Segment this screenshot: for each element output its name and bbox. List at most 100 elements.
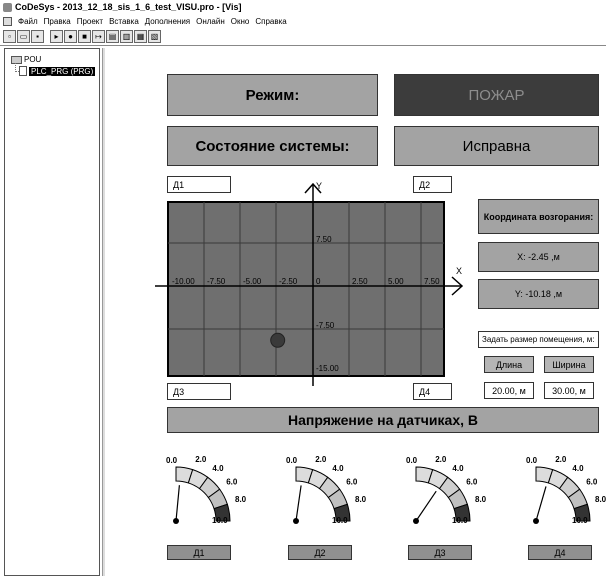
room-area	[167, 201, 445, 377]
voltage-gauges: 0.0 2.04.06.08.010.00.0 2.04.06.08.010.00.…	[166, 455, 606, 525]
x-tick: 7.50	[424, 277, 440, 286]
y-tick: 7.50	[316, 235, 332, 244]
menu-help[interactable]: Справка	[255, 17, 286, 26]
x-tick: 2.50	[352, 277, 368, 286]
gauge-scale-label: 6.0	[226, 478, 238, 487]
menu-edit[interactable]: Правка	[44, 17, 71, 26]
gauge-scale-label: 6.0	[466, 478, 478, 487]
gauge-scale-label: 0.0	[406, 456, 418, 465]
menu-extras[interactable]: Дополнения	[145, 17, 190, 26]
x-tick: 5.00	[388, 277, 404, 286]
gauge-scale-label: 0.0	[286, 456, 298, 465]
window-menu-icon[interactable]	[3, 16, 12, 26]
save-icon[interactable]: ▪	[31, 30, 44, 43]
room-size-label: Задать размер помещения, м:	[478, 331, 599, 348]
gauge-scale-label: 2.0	[195, 455, 207, 464]
x-tick: -5.00	[243, 277, 262, 286]
y-axis-label: Y	[316, 181, 322, 191]
open-icon[interactable]: ▭	[17, 30, 30, 43]
menu-file[interactable]: Файл	[18, 17, 38, 26]
gauge-scale-label: 8.0	[595, 495, 606, 504]
coord-title-panel: Координата возгорания:	[478, 199, 599, 234]
step-icon[interactable]: ↦	[92, 30, 105, 43]
window-title: CoDeSys - 2013_12_18_sis_1_6_test_VISU.p…	[15, 2, 242, 12]
program-icon	[19, 66, 27, 76]
x-tick: 0	[316, 277, 321, 286]
gauge-needle	[535, 486, 547, 522]
gauge-scale-label: 0.0	[166, 456, 178, 465]
y-tick: -15.00	[316, 364, 339, 373]
sensor-button-d3[interactable]: Д3	[408, 545, 472, 560]
voltage-title: Напряжение на датчиках, В	[287, 412, 479, 428]
gauge-pivot	[173, 518, 179, 524]
toolbar: ▫ ▭ ▪ ▸ ● ■ ↦ ▤ ▥ ▦ ▧	[0, 28, 606, 46]
coord-x-value: X: -2.45 ,м	[517, 252, 560, 262]
mode-label: Режим:	[245, 86, 300, 104]
menu-insert[interactable]: Вставка	[109, 17, 139, 26]
new-icon[interactable]: ▫	[3, 30, 16, 43]
gauge-scale-label: 8.0	[475, 495, 487, 504]
gauge-scale-label: 8.0	[355, 495, 367, 504]
x-tick: -2.50	[279, 277, 298, 286]
tree-item-plc-prg[interactable]: PLC_PRG (PRG)	[19, 66, 96, 76]
gauge-needle	[295, 485, 302, 522]
fire-location-marker	[270, 332, 286, 348]
codesys-app-icon	[3, 2, 12, 12]
gauge-pivot	[533, 518, 539, 524]
debug-icon[interactable]: ▧	[148, 30, 161, 43]
mode-value: ПОЖАР	[468, 86, 525, 104]
x-axis-label: X	[456, 266, 462, 276]
room-plot: Y X -10.00 -7.50 -5.00 -2.50 0 2.50 5.00…	[155, 181, 464, 386]
width-value-field[interactable]: 30.00, м	[544, 382, 594, 399]
tree-root-label: POU	[24, 55, 42, 64]
mode-value-panel: ПОЖАР	[394, 74, 599, 116]
menu-bar: Файл Правка Проект Вставка Дополнения Он…	[0, 14, 606, 28]
coord-y-panel: Y: -10.18 ,м	[478, 279, 599, 309]
gauge-scale-label: 10.0	[332, 516, 348, 525]
gauge-pivot	[413, 518, 419, 524]
gauge-2: 0.0 2.0 4.06.0 8.0 10.0	[286, 455, 367, 525]
build-icon[interactable]: ▥	[120, 30, 133, 43]
state-value: Исправна	[462, 137, 531, 155]
gauge-1: 0.0 2.0 4.06.0 8.0 10.0	[166, 455, 247, 525]
x-tick: -7.50	[207, 277, 226, 286]
stop-icon[interactable]: ■	[78, 30, 91, 43]
length-button[interactable]: Длина	[484, 356, 534, 373]
gauge-scale-label: 2.0	[435, 455, 447, 464]
menu-window[interactable]: Окно	[231, 17, 250, 26]
print-icon[interactable]: ▤	[106, 30, 119, 43]
coord-y-value: Y: -10.18 ,м	[514, 289, 563, 299]
tree-item-label: PLC_PRG (PRG)	[29, 66, 96, 76]
voltage-title-panel: Напряжение на датчиках, В	[167, 407, 599, 433]
title-bar: CoDeSys - 2013_12_18_sis_1_6_test_VISU.p…	[0, 0, 606, 14]
gauge-4: 0.0 2.0 4.06.0 8.0 10.0	[526, 455, 606, 525]
coord-title: Координата возгорания:	[483, 211, 594, 222]
run-icon[interactable]: ●	[64, 30, 77, 43]
menu-online[interactable]: Онлайн	[196, 17, 225, 26]
gauge-scale-label: 6.0	[586, 478, 598, 487]
gauge-scale-label: 2.0	[555, 455, 567, 464]
state-label-panel: Состояние системы:	[167, 126, 378, 166]
monitor-icon[interactable]: ▦	[134, 30, 147, 43]
mode-label-panel: Режим:	[167, 74, 378, 116]
gauge-3: 0.0 2.0 4.06.0 8.0 10.0	[406, 455, 487, 525]
menu-project[interactable]: Проект	[77, 17, 103, 26]
sensor-button-d1[interactable]: Д1	[167, 545, 231, 560]
width-button[interactable]: Ширина	[544, 356, 594, 373]
gauge-pivot	[293, 518, 299, 524]
sensor-button-d4[interactable]: Д4	[528, 545, 592, 560]
gauge-scale-label: 6.0	[346, 478, 358, 487]
length-value-field[interactable]: 20.00, м	[484, 382, 534, 399]
gauge-scale-label: 4.0	[332, 464, 344, 473]
gauge-scale-label: 10.0	[452, 516, 468, 525]
state-value-panel: Исправна	[394, 126, 599, 166]
gauge-scale-label: 4.0	[572, 464, 584, 473]
sensor-button-d2[interactable]: Д2	[288, 545, 352, 560]
gauge-needle	[175, 485, 180, 522]
coord-x-panel: X: -2.45 ,м	[478, 242, 599, 272]
x-tick: -10.00	[172, 277, 195, 286]
gauge-scale-label: 2.0	[315, 455, 327, 464]
y-tick: -7.50	[316, 321, 335, 330]
gauge-scale-label: 10.0	[212, 516, 228, 525]
login-icon[interactable]: ▸	[50, 30, 63, 43]
